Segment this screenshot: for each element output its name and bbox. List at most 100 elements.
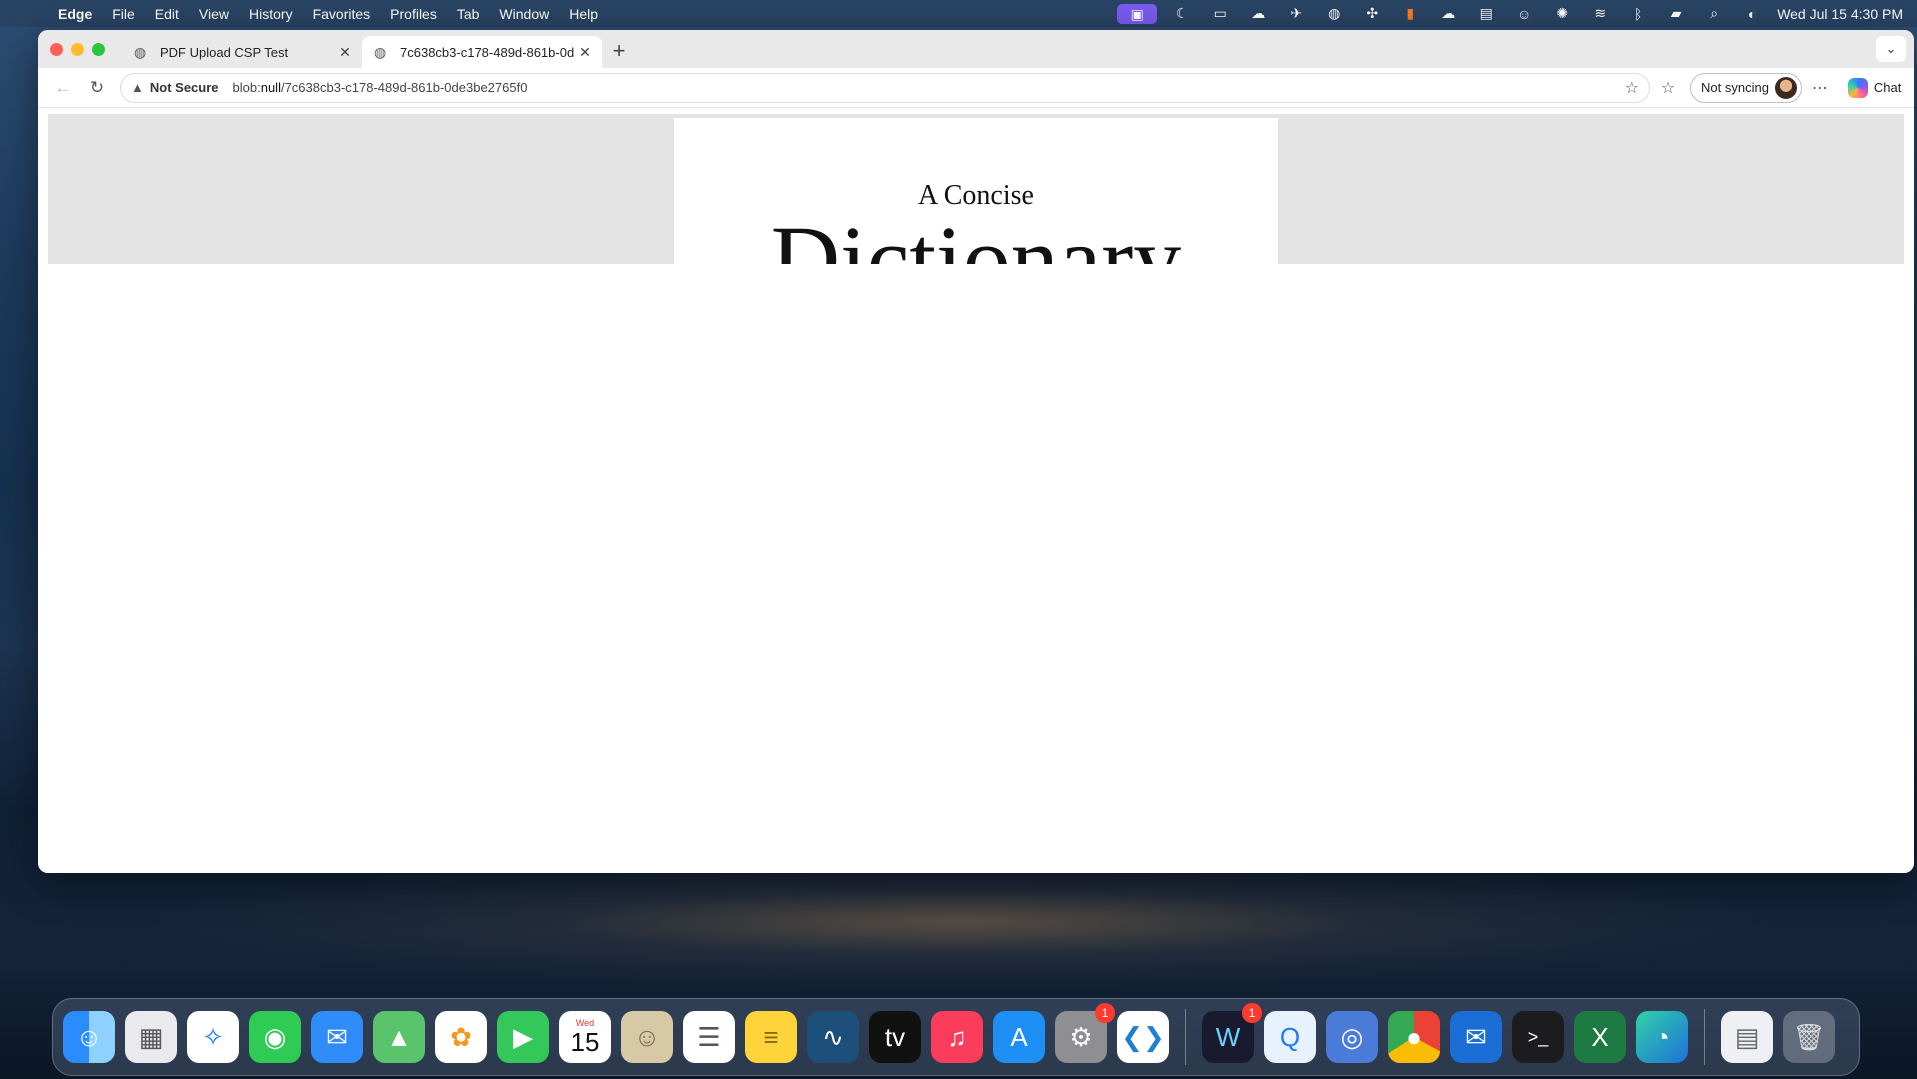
close-tab-icon[interactable]: ✕ <box>576 44 594 61</box>
chrome-icon[interactable]: ● <box>1388 1011 1440 1063</box>
security-label[interactable]: Not Secure <box>150 80 219 95</box>
reader-icon[interactable]: ▤ <box>1467 5 1505 22</box>
screen-share-icon[interactable]: ▣ <box>1117 3 1158 24</box>
new-tab-button[interactable]: + <box>602 38 636 64</box>
freeform-icon[interactable]: ∿ <box>807 1011 859 1063</box>
window-icon[interactable]: ▭ <box>1201 5 1239 22</box>
control-center-icon[interactable]: ◐ <box>1733 6 1771 22</box>
status-area: ▣ ☾ ▭ ☁ ✈ ◍ ✣ ▮ ☁ ▤ ☺ ✺ ≋ ᛒ ▰ ⌕ ◐ Wed Ju… <box>1117 3 1917 24</box>
gear-status-icon[interactable]: ✺ <box>1543 5 1581 22</box>
tab-pdf-upload[interactable]: ◍ PDF Upload CSP Test ✕ <box>122 36 362 68</box>
excel-icon[interactable]: X <box>1574 1011 1626 1063</box>
safari-icon[interactable]: ✧ <box>187 1011 239 1063</box>
battery-icon[interactable]: ▰ <box>1657 5 1695 22</box>
menu-clock[interactable]: Wed Jul 15 4:30 PM <box>1777 6 1903 22</box>
menu-app-edge[interactable]: Edge <box>48 6 102 22</box>
app-store-icon[interactable]: A <box>993 1011 1045 1063</box>
menu-bar: Edge File Edit View History Favorites Pr… <box>0 0 1917 27</box>
favorites-list-icon[interactable]: ☆ <box>1650 78 1686 98</box>
address-bar[interactable]: ▲ Not Secure blob:null/7c638cb3-c178-489… <box>120 72 1650 103</box>
messages-icon[interactable]: ◉ <box>249 1011 301 1063</box>
system-settings-icon[interactable]: ⚙ 1 <box>1055 1003 1115 1063</box>
notification-badge: 1 <box>1095 1003 1115 1023</box>
wallpaper <box>0 870 1917 1000</box>
robot-icon[interactable]: ☺ <box>1505 6 1543 22</box>
reminders-icon[interactable]: ☰ <box>683 1011 735 1063</box>
menu-edit[interactable]: Edit <box>145 6 189 22</box>
pdf-title: Dictionary <box>770 206 1182 265</box>
creative-cloud-icon[interactable]: ☁ <box>1429 5 1467 22</box>
vscode-icon[interactable]: ❮❯ <box>1117 1011 1169 1063</box>
bluetooth-icon[interactable]: ᛒ <box>1619 6 1657 22</box>
webex-icon[interactable]: W 1 <box>1202 1003 1262 1063</box>
browser-toolbar: ← ↻ ▲ Not Secure blob:null/7c638cb3-c178… <box>38 68 1914 108</box>
fullscreen-window-button[interactable] <box>92 42 105 56</box>
refresh-icon[interactable]: ↻ <box>80 78 114 98</box>
globe-icon: ◍ <box>374 43 387 60</box>
music-icon[interactable]: ♫ <box>931 1011 983 1063</box>
cloud-sync-icon[interactable]: ☁ <box>1239 5 1277 22</box>
contacts-icon[interactable]: ☺ <box>621 1011 673 1063</box>
menu-view[interactable]: View <box>189 6 239 22</box>
close-tab-icon[interactable]: ✕ <box>336 44 354 61</box>
menu-help[interactable]: Help <box>559 6 608 22</box>
menu-window[interactable]: Window <box>489 6 559 22</box>
minimize-window-button[interactable] <box>71 42 84 56</box>
tab-strip: ◍ PDF Upload CSP Test ✕ ◍ 7c638cb3-c178-… <box>38 30 1914 68</box>
trash-icon[interactable]: 🗑 <box>1783 1011 1835 1063</box>
browser-window: ◍ PDF Upload CSP Test ✕ ◍ 7c638cb3-c178-… <box>38 30 1914 873</box>
telegram-icon[interactable]: ✈ <box>1277 5 1315 22</box>
calendar-icon[interactable]: Wed 15 <box>559 1011 611 1063</box>
profile-sync-button[interactable]: Not syncing <box>1690 72 1802 103</box>
mail-icon[interactable]: ✉ <box>311 1011 363 1063</box>
terminal-icon[interactable]: >_ <box>1512 1011 1564 1063</box>
favorite-star-icon[interactable]: ☆ <box>1625 78 1639 98</box>
menu-profiles[interactable]: Profiles <box>380 6 447 22</box>
color-swatch-icon[interactable]: ▮ <box>1391 5 1429 22</box>
notes-icon[interactable]: ≡ <box>745 1011 797 1063</box>
pdf-viewer[interactable]: A Concise Dictionary <box>48 114 1904 264</box>
pinwheel-icon[interactable]: ✣ <box>1353 5 1391 22</box>
downloads-stack-icon[interactable]: ▤ <box>1721 1011 1773 1063</box>
back-arrow-icon[interactable]: ← <box>46 78 80 98</box>
wifi-icon[interactable]: ≋ <box>1581 5 1619 22</box>
copilot-chat-button[interactable]: Chat <box>1847 77 1902 98</box>
notification-badge: 1 <box>1242 1003 1262 1023</box>
sync-label: Not syncing <box>1701 80 1769 95</box>
avatar <box>1774 76 1797 99</box>
warning-icon[interactable]: ▲ <box>131 80 144 95</box>
copilot-icon <box>1847 77 1868 98</box>
menu-favorites[interactable]: Favorites <box>303 6 381 22</box>
chat-label: Chat <box>1873 80 1902 95</box>
photos-icon[interactable]: ✿ <box>435 1011 487 1063</box>
page-content: A Concise Dictionary <box>38 108 1914 873</box>
tab-actions-chevron-down-icon[interactable]: ⌄ <box>1876 36 1906 62</box>
maps-icon[interactable]: ▲ <box>373 1011 425 1063</box>
apple-tv-icon[interactable]: tv <box>869 1011 921 1063</box>
outlook-icon[interactable]: ✉ <box>1450 1011 1502 1063</box>
close-window-button[interactable] <box>50 42 63 56</box>
spotlight-search-icon[interactable]: ⌕ <box>1695 5 1733 22</box>
finder-icon[interactable]: ☺ <box>63 1011 115 1063</box>
tab-title: PDF Upload CSP Test <box>160 44 289 60</box>
facetime-icon[interactable]: ▶ <box>497 1011 549 1063</box>
moon-icon[interactable]: ☾ <box>1163 5 1201 22</box>
dock: ☺ ▦ ✧ ◉ ✉ ▲ ✿ ▶ Wed 15 ☺ ☰ ≡ ∿ tv ♫ A ⚙ … <box>52 998 1860 1076</box>
globe-status-icon[interactable]: ◍ <box>1315 5 1353 22</box>
edge-icon[interactable]: ◔ <box>1636 1011 1688 1063</box>
globe-icon: ◍ <box>134 43 147 60</box>
tab-blob-active[interactable]: ◍ 7c638cb3-c178-489d-861b-0d ✕ <box>362 36 602 68</box>
disk-utility-icon[interactable]: ◎ <box>1326 1011 1378 1063</box>
tab-title: 7c638cb3-c178-489d-861b-0d <box>400 44 575 60</box>
quicktime-icon[interactable]: Q <box>1264 1011 1316 1063</box>
url-text[interactable]: blob:null/7c638cb3-c178-489d-861b-0de3be… <box>233 80 528 95</box>
launchpad-icon[interactable]: ▦ <box>125 1011 177 1063</box>
window-controls <box>38 42 122 56</box>
menu-file[interactable]: File <box>102 6 145 22</box>
more-options-icon[interactable]: ⋯ <box>1802 78 1838 98</box>
dock-separator <box>1704 1009 1705 1065</box>
menu-history[interactable]: History <box>239 6 303 22</box>
dock-separator <box>1185 1009 1186 1065</box>
calendar-day: 15 <box>570 1027 600 1057</box>
menu-tab[interactable]: Tab <box>447 6 490 22</box>
